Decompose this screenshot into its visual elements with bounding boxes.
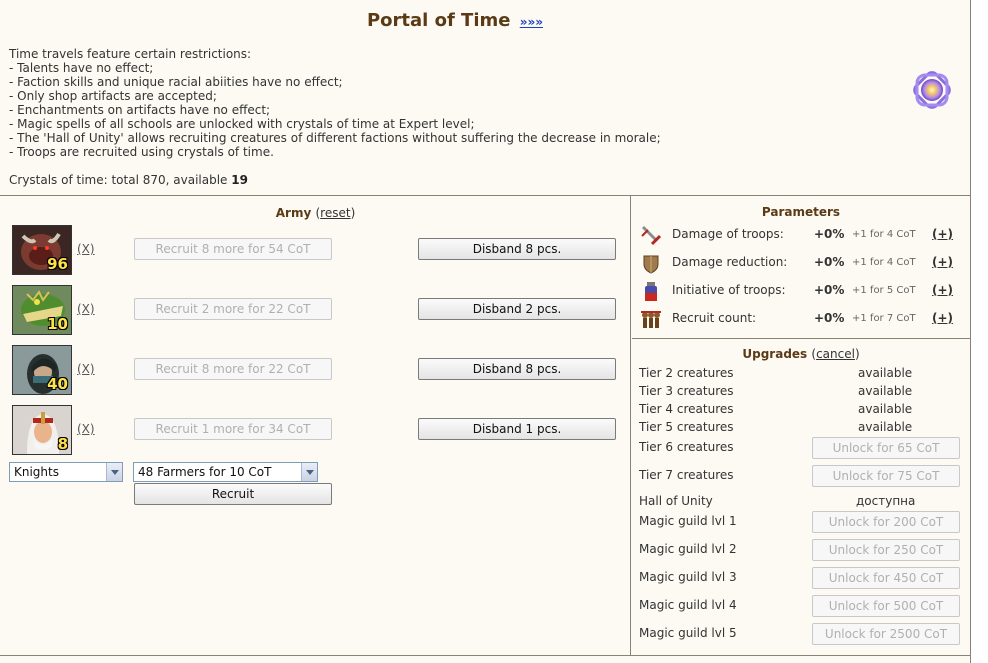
chevron-down-icon[interactable] bbox=[106, 463, 122, 481]
upgrade-row: Tier 7 creatures Unlock for 75 CoT bbox=[639, 465, 969, 487]
unit-count: 96 bbox=[47, 255, 68, 273]
recruit-button[interactable]: Recruit bbox=[134, 483, 332, 505]
rules-text: Time travels feature certain restriction… bbox=[9, 47, 889, 159]
unlock-magic-guild-5-button[interactable]: Unlock for 2500 CoT bbox=[812, 623, 960, 645]
portal-header: Portal of Time »»» Time travels feature … bbox=[0, 0, 970, 196]
bottom-border bbox=[0, 655, 971, 656]
rule-line: - The 'Hall of Unity' allows recruiting … bbox=[9, 131, 661, 145]
crystals-available: 19 bbox=[231, 173, 248, 187]
upgrade-status: available bbox=[858, 420, 913, 434]
recruit-more-button[interactable]: Recruit 1 more for 34 CoT bbox=[134, 418, 332, 440]
remove-unit-link[interactable]: (X) bbox=[77, 242, 95, 256]
upgrade-status: available bbox=[858, 384, 913, 398]
increase-initiative-link[interactable]: (+) bbox=[932, 283, 953, 297]
rule-line: - Only shop artifacts are accepted; bbox=[9, 89, 217, 103]
army-unit: 8 (X) Recruit 1 more for 34 CoT Disband … bbox=[12, 405, 632, 455]
rule-line: Time travels feature certain restriction… bbox=[9, 47, 252, 61]
increase-reduction-link[interactable]: (+) bbox=[932, 255, 953, 269]
upgrade-row: Tier 5 creatures available bbox=[639, 420, 913, 434]
chevron-down-icon[interactable] bbox=[301, 463, 317, 481]
remove-unit-link[interactable]: (X) bbox=[77, 422, 95, 436]
army-title: Army (reset) bbox=[275, 206, 356, 220]
upgrade-status: available bbox=[858, 366, 913, 380]
title-text: Portal of Time bbox=[366, 10, 511, 31]
upgrade-row: Magic guild lvl 5 Unlock for 2500 CoT bbox=[639, 623, 969, 645]
upgrade-status: доступна bbox=[856, 494, 916, 508]
upgrade-row: Hall of Unity доступна bbox=[639, 494, 916, 508]
page-title: Portal of Time »»» bbox=[0, 10, 910, 31]
recruit-more-button[interactable]: Recruit 8 more for 22 CoT bbox=[134, 358, 332, 380]
army-unit: 10 (X) Recruit 2 more for 22 CoT Disband… bbox=[12, 285, 632, 335]
upgrade-row: Magic guild lvl 3 Unlock for 450 CoT bbox=[639, 567, 969, 589]
disband-button[interactable]: Disband 2 pcs. bbox=[418, 298, 616, 320]
remove-unit-link[interactable]: (X) bbox=[77, 302, 95, 316]
disband-button[interactable]: Disband 8 pcs. bbox=[418, 358, 616, 380]
unlock-magic-guild-3-button[interactable]: Unlock for 450 CoT bbox=[812, 567, 960, 589]
army-unit: 40 (X) Recruit 8 more for 22 CoT Disband… bbox=[12, 345, 632, 395]
unit-count: 40 bbox=[47, 375, 68, 393]
unlock-magic-guild-4-button[interactable]: Unlock for 500 CoT bbox=[812, 595, 960, 617]
upgrade-row: Tier 6 creatures Unlock for 65 CoT bbox=[639, 437, 969, 459]
creature-portrait: 10 bbox=[12, 285, 72, 335]
increase-damage-link[interactable]: (+) bbox=[932, 227, 953, 241]
creature-select[interactable]: 48 Farmers for 10 CoT bbox=[133, 462, 318, 482]
parameters-title: Parameters bbox=[761, 205, 841, 219]
faction-select-value: Knights bbox=[14, 465, 59, 479]
rule-line: - Troops are recruited using crystals of… bbox=[9, 145, 274, 159]
unit-count: 10 bbox=[47, 315, 68, 333]
crystals-info: Crystals of time: total 870, available 1… bbox=[9, 173, 248, 187]
increase-recruit-link[interactable]: (+) bbox=[932, 311, 953, 325]
unlock-tier6-button[interactable]: Unlock for 65 CoT bbox=[812, 437, 960, 459]
creature-portrait: 96 bbox=[12, 225, 72, 275]
upgrade-status: available bbox=[858, 402, 913, 416]
upgrade-row: Magic guild lvl 1 Unlock for 200 CoT bbox=[639, 511, 969, 533]
crystals-label: Crystals of time: total 870, available bbox=[9, 173, 228, 187]
rule-line: - Enchantments on artifacts have no effe… bbox=[9, 103, 271, 117]
rule-line: - Magic spells of all schools are unlock… bbox=[9, 117, 475, 131]
cancel-link[interactable]: cancel bbox=[816, 347, 855, 361]
unlock-magic-guild-2-button[interactable]: Unlock for 250 CoT bbox=[812, 539, 960, 561]
rule-line: - Faction skills and unique racial abiit… bbox=[9, 75, 343, 89]
recruit-more-button[interactable]: Recruit 8 more for 54 CoT bbox=[134, 238, 332, 260]
potion-icon bbox=[640, 280, 662, 302]
reset-link[interactable]: reset bbox=[320, 206, 350, 220]
upgrades-panel: Upgrades (cancel) Tier 2 creatures avail… bbox=[632, 340, 970, 655]
parameter-row: Initiative of troops: +0% +1 for 5 CoT (… bbox=[640, 280, 970, 302]
upgrades-title: Upgrades (cancel) bbox=[742, 347, 860, 361]
parameter-row: Damage of troops: +0% +1 for 4 CoT (+) bbox=[640, 224, 970, 246]
shield-icon bbox=[640, 252, 662, 274]
creature-portrait: 8 bbox=[12, 405, 72, 455]
creature-select-value: 48 Farmers for 10 CoT bbox=[138, 465, 272, 479]
army-panel: Army (reset) 96 (X) Recruit 8 more for 5… bbox=[0, 196, 631, 655]
parameter-row: Recruit count: +0% +1 for 7 CoT (+) bbox=[640, 308, 970, 330]
army-unit: 96 (X) Recruit 8 more for 54 CoT Disband… bbox=[12, 225, 632, 275]
portal-icon bbox=[910, 68, 954, 112]
upgrade-row: Magic guild lvl 4 Unlock for 500 CoT bbox=[639, 595, 969, 617]
sword-icon bbox=[640, 224, 662, 246]
parameters-panel: Parameters Damage of troops: +0% +1 for … bbox=[632, 196, 970, 339]
more-link[interactable]: »»» bbox=[520, 15, 543, 29]
recruit-more-button[interactable]: Recruit 2 more for 22 CoT bbox=[134, 298, 332, 320]
disband-button[interactable]: Disband 1 pcs. bbox=[418, 418, 616, 440]
creature-portrait: 40 bbox=[12, 345, 72, 395]
troops-icon bbox=[640, 308, 662, 330]
parameter-row: Damage reduction: +0% +1 for 4 CoT (+) bbox=[640, 252, 970, 274]
faction-select[interactable]: Knights bbox=[9, 462, 123, 482]
unlock-magic-guild-1-button[interactable]: Unlock for 200 CoT bbox=[812, 511, 960, 533]
unlock-tier7-button[interactable]: Unlock for 75 CoT bbox=[812, 465, 960, 487]
rule-line: - Talents have no effect; bbox=[9, 61, 154, 75]
remove-unit-link[interactable]: (X) bbox=[77, 362, 95, 376]
unit-count: 8 bbox=[57, 435, 68, 453]
disband-button[interactable]: Disband 8 pcs. bbox=[418, 238, 616, 260]
upgrade-row: Magic guild lvl 2 Unlock for 250 CoT bbox=[639, 539, 969, 561]
